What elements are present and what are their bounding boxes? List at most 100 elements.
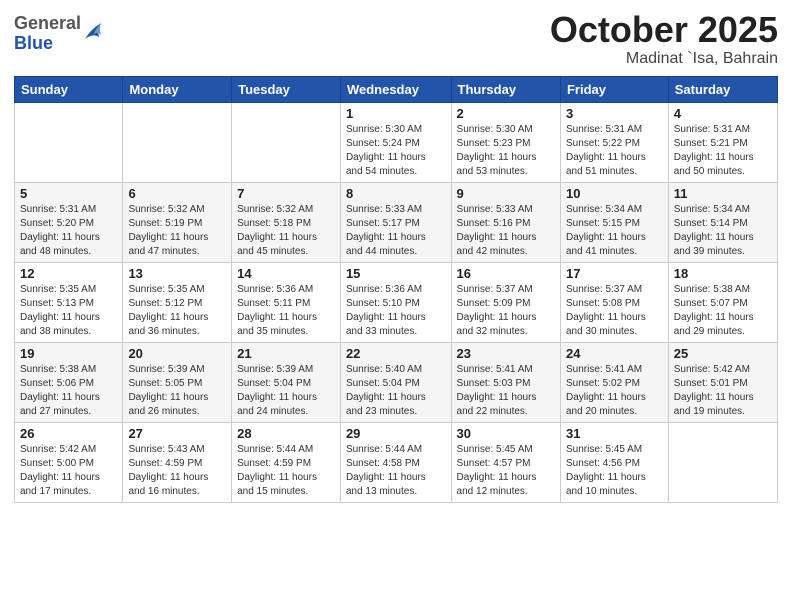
logo-blue: Blue [14,34,81,54]
day-info: Sunrise: 5:30 AM Sunset: 5:24 PM Dayligh… [346,123,446,179]
day-number: 22 [346,346,446,361]
day-number: 25 [674,346,772,361]
day-number: 29 [346,426,446,441]
day-info: Sunrise: 5:36 AM Sunset: 5:11 PM Dayligh… [237,283,335,339]
day-number: 15 [346,266,446,281]
day-info: Sunrise: 5:33 AM Sunset: 5:17 PM Dayligh… [346,203,446,259]
calendar-week-5: 26Sunrise: 5:42 AM Sunset: 5:00 PM Dayli… [15,422,778,502]
day-info: Sunrise: 5:45 AM Sunset: 4:56 PM Dayligh… [566,443,663,499]
calendar-cell: 12 Sunrise: 5:35 AM Sunset: 5:13 PM Dayli… [15,262,123,342]
calendar-week-1: 1Sunrise: 5:30 AM Sunset: 5:24 PM Daylig… [15,102,778,182]
calendar-cell: 27Sunrise: 5:43 AM Sunset: 4:59 PM Dayli… [123,422,232,502]
calendar-cell: 8 Sunrise: 5:33 AM Sunset: 5:17 PM Daylig… [340,182,451,262]
day-number: 14 [237,266,335,281]
header: General Blue October 2025 Madinat `Isa, … [14,10,778,68]
day-number: 6 [128,186,226,201]
day-number: 5 [20,186,117,201]
calendar-cell: 28 Sunrise: 5:44 AM Sunset: 4:59 PM Dayli… [232,422,341,502]
day-info: Sunrise: 5:30 AM Sunset: 5:23 PM Dayligh… [457,123,555,179]
logo: General Blue [14,14,103,54]
day-number: 24 [566,346,663,361]
calendar-cell: 20 Sunrise: 5:39 AM Sunset: 5:05 PM Dayli… [123,342,232,422]
calendar-cell: 13 Sunrise: 5:35 AM Sunset: 5:12 PM Dayli… [123,262,232,342]
day-info: Sunrise: 5:37 AM Sunset: 5:08 PM Dayligh… [566,283,663,339]
day-info: Sunrise: 5:36 AM Sunset: 5:10 PM Dayligh… [346,283,446,339]
day-number: 19 [20,346,117,361]
day-number: 20 [128,346,226,361]
day-number: 3 [566,106,663,121]
day-info: Sunrise: 5:40 AM Sunset: 5:04 PM Dayligh… [346,363,446,419]
calendar-cell: 3 Sunrise: 5:31 AM Sunset: 5:22 PM Daylig… [560,102,668,182]
day-number: 31 [566,426,663,441]
title-block: October 2025 Madinat `Isa, Bahrain [550,10,778,68]
calendar-week-2: 5 Sunrise: 5:31 AM Sunset: 5:20 PM Daylig… [15,182,778,262]
calendar-cell: 24Sunrise: 5:41 AM Sunset: 5:02 PM Dayli… [560,342,668,422]
calendar-cell: 1Sunrise: 5:30 AM Sunset: 5:24 PM Daylig… [340,102,451,182]
calendar-cell: 6Sunrise: 5:32 AM Sunset: 5:19 PM Daylig… [123,182,232,262]
calendar-cell: 9Sunrise: 5:33 AM Sunset: 5:16 PM Daylig… [451,182,560,262]
day-info: Sunrise: 5:42 AM Sunset: 5:00 PM Dayligh… [20,443,117,499]
day-info: Sunrise: 5:31 AM Sunset: 5:21 PM Dayligh… [674,123,772,179]
day-info: Sunrise: 5:42 AM Sunset: 5:01 PM Dayligh… [674,363,772,419]
day-info: Sunrise: 5:31 AM Sunset: 5:20 PM Dayligh… [20,203,117,259]
weekday-header-friday: Friday [560,76,668,102]
weekday-header-saturday: Saturday [668,76,777,102]
weekday-header-tuesday: Tuesday [232,76,341,102]
calendar: SundayMondayTuesdayWednesdayThursdayFrid… [14,76,778,503]
calendar-cell: 30Sunrise: 5:45 AM Sunset: 4:57 PM Dayli… [451,422,560,502]
day-number: 18 [674,266,772,281]
weekday-header-row: SundayMondayTuesdayWednesdayThursdayFrid… [15,76,778,102]
day-number: 7 [237,186,335,201]
day-info: Sunrise: 5:34 AM Sunset: 5:14 PM Dayligh… [674,203,772,259]
calendar-cell: 31 Sunrise: 5:45 AM Sunset: 4:56 PM Dayli… [560,422,668,502]
day-number: 8 [346,186,446,201]
weekday-header-wednesday: Wednesday [340,76,451,102]
calendar-cell: 7Sunrise: 5:32 AM Sunset: 5:18 PM Daylig… [232,182,341,262]
day-number: 4 [674,106,772,121]
calendar-cell: 25 Sunrise: 5:42 AM Sunset: 5:01 PM Dayli… [668,342,777,422]
calendar-cell: 10 Sunrise: 5:34 AM Sunset: 5:15 PM Dayli… [560,182,668,262]
title-month: October 2025 [550,10,778,50]
day-info: Sunrise: 5:44 AM Sunset: 4:59 PM Dayligh… [237,443,335,499]
calendar-cell: 17 Sunrise: 5:37 AM Sunset: 5:08 PM Dayli… [560,262,668,342]
calendar-cell: 18 Sunrise: 5:38 AM Sunset: 5:07 PM Dayli… [668,262,777,342]
calendar-cell: 26Sunrise: 5:42 AM Sunset: 5:00 PM Dayli… [15,422,123,502]
day-number: 10 [566,186,663,201]
day-number: 17 [566,266,663,281]
calendar-week-3: 12 Sunrise: 5:35 AM Sunset: 5:13 PM Dayli… [15,262,778,342]
calendar-cell: 29 Sunrise: 5:44 AM Sunset: 4:58 PM Dayli… [340,422,451,502]
calendar-cell [232,102,341,182]
calendar-cell: 16Sunrise: 5:37 AM Sunset: 5:09 PM Dayli… [451,262,560,342]
title-location: Madinat `Isa, Bahrain [550,50,778,68]
calendar-week-4: 19 Sunrise: 5:38 AM Sunset: 5:06 PM Dayli… [15,342,778,422]
day-info: Sunrise: 5:33 AM Sunset: 5:16 PM Dayligh… [457,203,555,259]
day-number: 12 [20,266,117,281]
day-info: Sunrise: 5:43 AM Sunset: 4:59 PM Dayligh… [128,443,226,499]
day-info: Sunrise: 5:41 AM Sunset: 5:03 PM Dayligh… [457,363,555,419]
calendar-cell: 11Sunrise: 5:34 AM Sunset: 5:14 PM Dayli… [668,182,777,262]
day-number: 13 [128,266,226,281]
calendar-cell [668,422,777,502]
day-number: 23 [457,346,555,361]
day-info: Sunrise: 5:35 AM Sunset: 5:13 PM Dayligh… [20,283,117,339]
calendar-cell: 4 Sunrise: 5:31 AM Sunset: 5:21 PM Daylig… [668,102,777,182]
day-number: 21 [237,346,335,361]
calendar-cell: 19 Sunrise: 5:38 AM Sunset: 5:06 PM Dayli… [15,342,123,422]
calendar-cell: 22 Sunrise: 5:40 AM Sunset: 5:04 PM Dayli… [340,342,451,422]
day-info: Sunrise: 5:31 AM Sunset: 5:22 PM Dayligh… [566,123,663,179]
day-info: Sunrise: 5:37 AM Sunset: 5:09 PM Dayligh… [457,283,555,339]
day-info: Sunrise: 5:39 AM Sunset: 5:05 PM Dayligh… [128,363,226,419]
day-info: Sunrise: 5:35 AM Sunset: 5:12 PM Dayligh… [128,283,226,339]
day-info: Sunrise: 5:44 AM Sunset: 4:58 PM Dayligh… [346,443,446,499]
calendar-cell [123,102,232,182]
calendar-cell: 21 Sunrise: 5:39 AM Sunset: 5:04 PM Dayli… [232,342,341,422]
page: General Blue October 2025 Madinat `Isa, … [0,0,792,612]
day-info: Sunrise: 5:38 AM Sunset: 5:07 PM Dayligh… [674,283,772,339]
day-number: 28 [237,426,335,441]
day-info: Sunrise: 5:39 AM Sunset: 5:04 PM Dayligh… [237,363,335,419]
logo-general: General [14,14,81,34]
day-info: Sunrise: 5:34 AM Sunset: 5:15 PM Dayligh… [566,203,663,259]
day-info: Sunrise: 5:45 AM Sunset: 4:57 PM Dayligh… [457,443,555,499]
calendar-cell: 15 Sunrise: 5:36 AM Sunset: 5:10 PM Dayli… [340,262,451,342]
day-info: Sunrise: 5:38 AM Sunset: 5:06 PM Dayligh… [20,363,117,419]
